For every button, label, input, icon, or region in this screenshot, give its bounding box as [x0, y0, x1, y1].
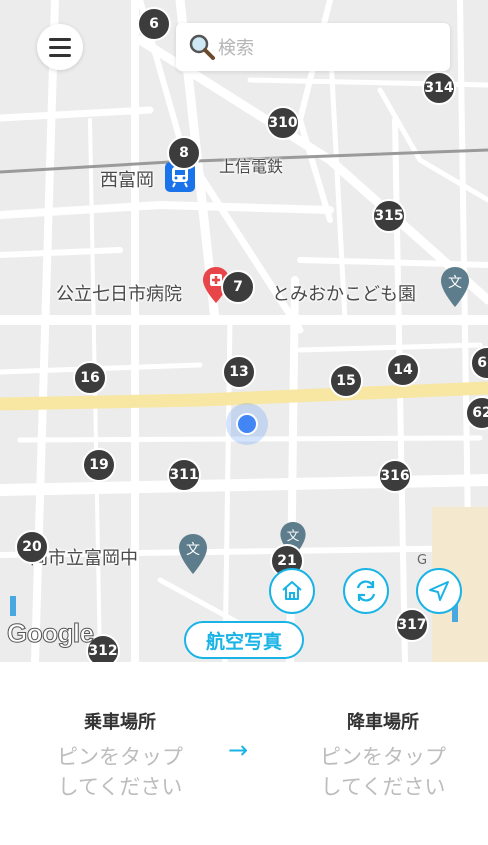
svg-text:G: G	[417, 553, 427, 568]
bus-stop-pin[interactable]: 316	[378, 459, 412, 493]
railway-label: 上信電鉄	[219, 157, 284, 176]
school-marker-icon[interactable]: 文	[179, 534, 207, 574]
bus-stop-pin[interactable]: 19	[82, 448, 116, 482]
bus-stop-pin[interactable]: 16	[73, 361, 107, 395]
bus-stop-pin[interactable]: 13	[222, 355, 256, 389]
bus-stop-pin[interactable]: 317	[395, 608, 429, 642]
google-attribution[interactable]: Google	[7, 618, 95, 649]
bus-stop-pin[interactable]: 315	[372, 199, 406, 233]
bus-stop-pin[interactable]: 7	[221, 270, 255, 304]
pickup-hint-line1: ピンをタップ	[57, 745, 183, 769]
station-label: 西富岡	[100, 170, 154, 191]
map-view[interactable]: 西富岡 上信電鉄 公立七日市病院 とみおかこども園 文 岡市立富岡中 文 文 G…	[0, 0, 488, 662]
svg-text:文: 文	[287, 528, 300, 543]
school-marker-icon[interactable]: 文	[441, 267, 469, 307]
svg-text:文: 文	[448, 275, 462, 291]
home-icon	[282, 581, 302, 600]
dropoff-hint[interactable]: ピンをタップ してください	[278, 742, 488, 802]
aerial-photo-button[interactable]: 航空写真	[184, 621, 304, 659]
pickup-title: 乗車場所	[84, 712, 156, 733]
menu-button[interactable]	[37, 24, 83, 70]
bus-stop-pin[interactable]: 314	[422, 71, 456, 105]
road-sign-icon: G	[417, 553, 427, 568]
user-location-dot	[236, 413, 258, 435]
pickup-hint[interactable]: ピンをタップ してください	[15, 742, 225, 802]
bus-stop-pin[interactable]: 311	[167, 458, 201, 492]
menu-icon-bar	[49, 53, 71, 57]
bus-stop-pin[interactable]: 15	[329, 364, 363, 398]
bus-stop-pin[interactable]: 310	[266, 106, 300, 140]
bus-stop-pin[interactable]: 6	[137, 7, 171, 41]
pickup-hint-line2: してください	[57, 775, 183, 799]
bus-stop-pin[interactable]: 14	[386, 353, 420, 387]
search-icon	[189, 34, 215, 60]
search-placeholder: 検索	[218, 38, 254, 59]
direction-arrow-icon: →	[228, 736, 249, 764]
kindergarten-label: とみおかこども園	[272, 284, 416, 305]
refresh-icon	[356, 580, 376, 602]
menu-icon-bar	[49, 45, 71, 49]
hospital-label: 公立七日市病院	[56, 284, 182, 305]
refresh-button[interactable]	[343, 568, 389, 614]
navigation-arrow-icon	[429, 581, 449, 601]
search-bar[interactable]: 検索	[176, 23, 450, 71]
bus-stop-pin[interactable]: 8	[167, 136, 201, 170]
svg-text:文: 文	[186, 542, 200, 558]
bus-stop-pin[interactable]: 20	[15, 530, 49, 564]
home-button[interactable]	[269, 568, 315, 614]
menu-icon-bar	[49, 37, 71, 41]
dropoff-hint-line1: ピンをタップ	[320, 745, 446, 769]
current-location-button[interactable]	[416, 568, 462, 614]
dropoff-title: 降車場所	[347, 712, 419, 733]
dropoff-hint-line2: してください	[320, 775, 446, 799]
